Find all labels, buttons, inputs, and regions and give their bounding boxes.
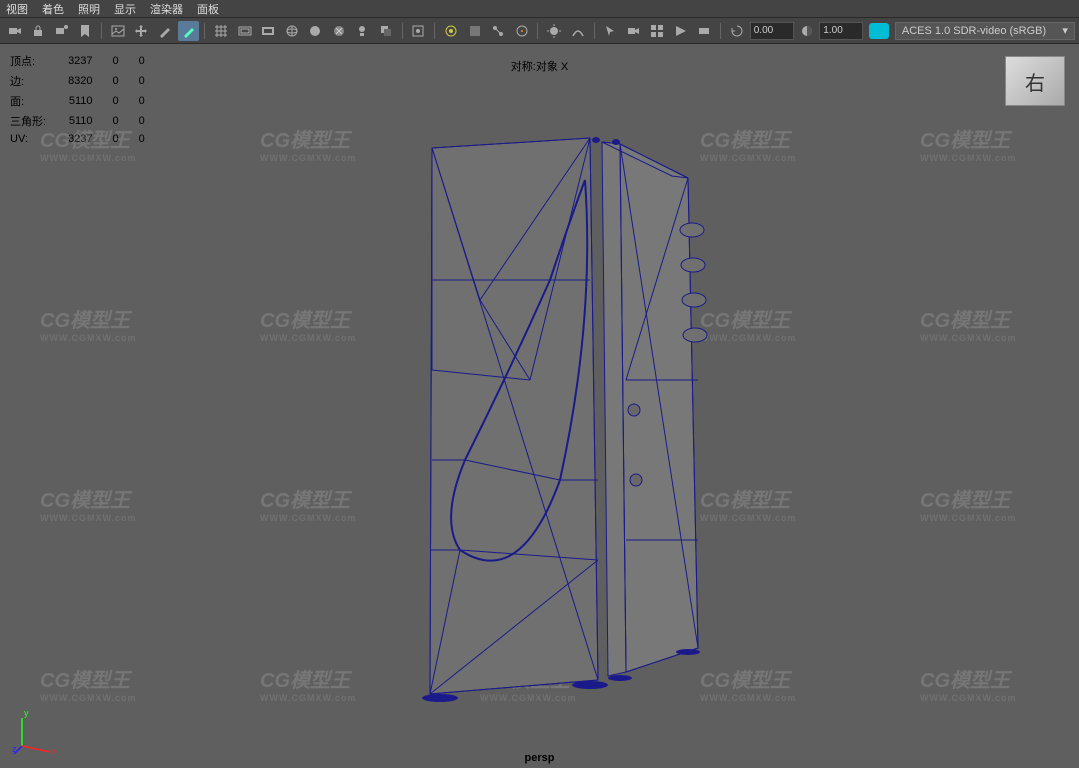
menu-panels[interactable]: 面板 xyxy=(197,1,219,17)
textured-icon[interactable] xyxy=(328,21,350,41)
gamma-icon[interactable] xyxy=(567,21,589,41)
panel-toolbar: ACES 1.0 SDR-video (sRGB) ▾ xyxy=(0,18,1079,44)
opacity-value-input[interactable] xyxy=(819,22,863,40)
color-management-toggle[interactable] xyxy=(869,23,889,39)
spin-value-input[interactable] xyxy=(750,22,794,40)
svg-text:z: z xyxy=(12,744,17,754)
highquality-icon[interactable] xyxy=(440,21,462,41)
colorspace-label: ACES 1.0 SDR-video (sRGB) xyxy=(902,25,1046,37)
axis-gizmo: y x z xyxy=(12,706,62,756)
cam-vis-icon[interactable] xyxy=(623,21,645,41)
colorspace-dropdown[interactable]: ACES 1.0 SDR-video (sRGB) ▾ xyxy=(895,22,1075,40)
menu-renderer[interactable]: 渲染器 xyxy=(150,1,183,17)
grid-icon[interactable] xyxy=(210,21,232,41)
stat-row: UV:323700 xyxy=(10,132,163,146)
chevron-down-icon: ▾ xyxy=(1062,24,1068,37)
lock-camera-icon[interactable] xyxy=(28,21,50,41)
ghosting-icon[interactable] xyxy=(178,21,200,41)
panel-menubar: 视图 着色 照明 显示 渲染器 面板 xyxy=(0,0,1079,18)
stat-row: 边:832000 xyxy=(10,72,163,90)
select-camera-icon[interactable] xyxy=(4,21,26,41)
svg-text:x: x xyxy=(52,746,57,756)
gate-mask-icon[interactable] xyxy=(257,21,279,41)
separator xyxy=(537,23,538,39)
symmetry-label: 对称:对象 X xyxy=(511,58,568,74)
separator xyxy=(434,23,435,39)
select-arrow-icon[interactable] xyxy=(599,21,621,41)
wireframe-model xyxy=(420,120,720,716)
bookmark-icon[interactable] xyxy=(75,21,97,41)
opacity-icon[interactable] xyxy=(796,21,818,41)
view-cube[interactable]: 右 xyxy=(1005,56,1065,106)
camera-settings-icon[interactable] xyxy=(51,21,73,41)
multi-panel-icon[interactable] xyxy=(647,21,669,41)
xray-icon[interactable] xyxy=(464,21,486,41)
depth-icon[interactable] xyxy=(670,21,692,41)
image-plane-icon[interactable] xyxy=(107,21,129,41)
shaded-icon[interactable] xyxy=(305,21,327,41)
stat-row: 面:511000 xyxy=(10,92,163,110)
menu-view[interactable]: 视图 xyxy=(6,1,28,17)
separator xyxy=(402,23,403,39)
xray-components-icon[interactable] xyxy=(511,21,533,41)
menu-show[interactable]: 显示 xyxy=(114,1,136,17)
wireframe-icon[interactable] xyxy=(281,21,303,41)
separator xyxy=(101,23,102,39)
polycount-hud: 顶点:323700 边:832000 面:511000 三角形:511000 U… xyxy=(8,50,165,148)
shadows-icon[interactable] xyxy=(375,21,397,41)
stat-row: 三角形:511000 xyxy=(10,112,163,130)
exposure-icon[interactable] xyxy=(543,21,565,41)
xray-joints-icon[interactable] xyxy=(487,21,509,41)
separator xyxy=(594,23,595,39)
svg-text:y: y xyxy=(24,708,29,718)
flat-icon[interactable] xyxy=(694,21,716,41)
camera-label: persp xyxy=(525,752,555,764)
film-gate-icon[interactable] xyxy=(234,21,256,41)
spin-icon[interactable] xyxy=(726,21,748,41)
stat-row: 顶点:323700 xyxy=(10,52,163,70)
menu-lighting[interactable]: 照明 xyxy=(78,1,100,17)
menu-shading[interactable]: 着色 xyxy=(42,1,64,17)
viewport[interactable]: 顶点:323700 边:832000 面:511000 三角形:511000 U… xyxy=(0,44,1079,768)
separator xyxy=(720,23,721,39)
isolate-icon[interactable] xyxy=(408,21,430,41)
2d-pan-icon[interactable] xyxy=(131,21,153,41)
use-lights-icon[interactable] xyxy=(352,21,374,41)
grease-pencil-icon[interactable] xyxy=(154,21,176,41)
separator xyxy=(204,23,205,39)
